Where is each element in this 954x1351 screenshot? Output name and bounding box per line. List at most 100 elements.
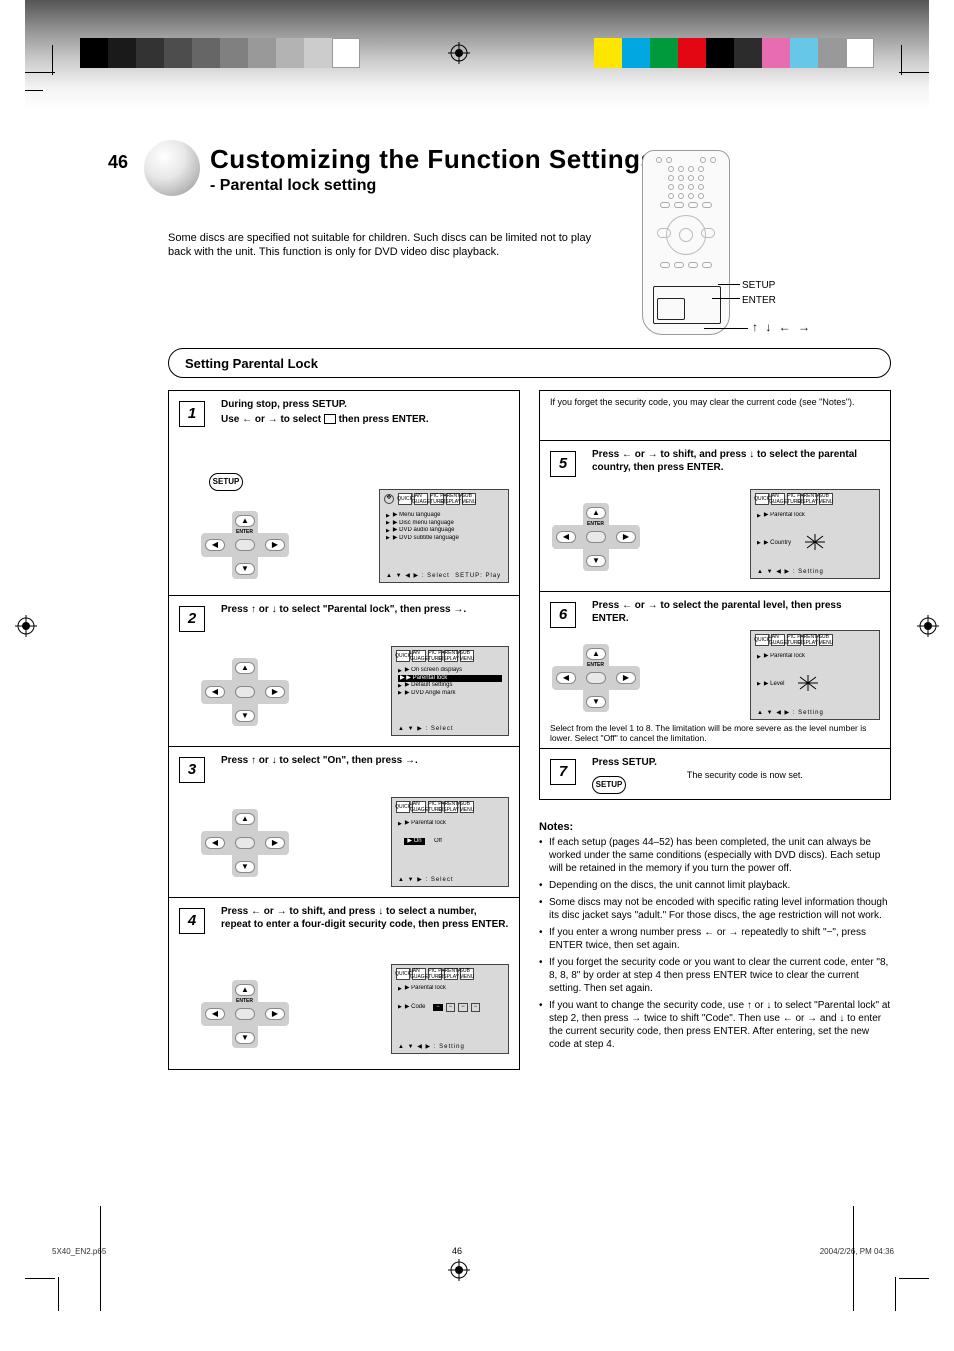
osd-tab-icon: SUB MENU <box>460 968 474 980</box>
osd-tab-icon: QUICK <box>755 493 769 505</box>
osd-screenshot: ✥ QUICK LAN GUAGE PIC TURE PARENTAL DISP… <box>379 489 509 583</box>
dpad-icon: ENTER ▲▼ ◀▶ <box>199 978 291 1050</box>
step-text: then press ENTER. <box>339 414 429 425</box>
note-item: If you want to change the security code,… <box>539 999 891 1051</box>
dpad-icon: ENTER ▲▼ ◀▶ <box>199 509 291 581</box>
starburst-icon <box>794 673 822 697</box>
page-number: 46 <box>108 152 128 173</box>
setup-button-icon: SETUP <box>592 776 626 794</box>
notes-block: Notes: If each setup (pages 44–52) has b… <box>539 820 891 1055</box>
osd-line: ▶ Disc menu language <box>393 520 454 528</box>
remote-diagram <box>642 150 730 335</box>
crop-mark <box>52 45 53 75</box>
step-text: Use ← or → to select <box>221 414 321 425</box>
osd-screenshot: QUICK LAN GUAGE PIC TURE PARENTAL DISPLA… <box>750 489 880 579</box>
osd-line: ▶ DVD Angle mark <box>405 690 456 698</box>
osd-tab-icon: PARENTAL DISPLAY <box>444 968 458 980</box>
osd-line: ▶ Default settings <box>405 682 453 690</box>
osd-tab-icon: LAN GUAGE <box>412 968 426 980</box>
osd-screenshot: QUICK LAN GUAGE PIC TURE PARENTAL DISPLA… <box>391 797 509 887</box>
osd-tab-icon: SUB MENU <box>460 801 474 813</box>
steps-left-column: 1 During stop, press SETUP. Use ← or → t… <box>168 390 520 1070</box>
step-text: Press ↑ or ↓ to select "Parental lock", … <box>221 604 509 617</box>
intro-text: Some discs are specified not suitable fo… <box>168 232 608 260</box>
osd-line: ▶ On screen displays <box>405 667 462 675</box>
osd-tab-icon: QUICK <box>396 801 410 813</box>
step-number: 7 <box>550 759 576 785</box>
crop-mark <box>899 1278 929 1279</box>
section-title: Setting Parental Lock <box>185 356 318 371</box>
step-number: 1 <box>179 401 205 427</box>
osd-tab-icon: PARENTAL DISPLAY <box>444 801 458 813</box>
registration-mark-bottom <box>448 1259 470 1281</box>
osd-line: ▶ DVD audio language <box>393 527 455 535</box>
step-note: The security code is now set. <box>687 770 803 781</box>
osd-nav: ▲ ▼ ▶ <box>398 877 423 883</box>
osd-line: ▶ Level <box>764 681 785 689</box>
step-text: Press ← or → to shift, and press ↓ to se… <box>221 906 509 931</box>
setup-button-icon: SETUP <box>209 473 243 491</box>
remote-callout-setup: SETUP <box>742 280 775 291</box>
step-number: 6 <box>550 602 576 628</box>
page-title: Customizing the Function Settings <box>210 144 655 175</box>
dpad-icon: ▲▼ ◀▶ <box>199 656 291 728</box>
page-subtitle: - Parental lock setting <box>210 177 655 195</box>
osd-line: ▶ Parental lock <box>764 512 805 520</box>
osd-line: ▶ DVD subtitle language <box>393 535 459 543</box>
osd-tab-icon: LAN GUAGE <box>771 493 785 505</box>
step-number: 2 <box>179 606 205 632</box>
osd-tab-icon: QUICK <box>755 634 769 646</box>
parental-icon <box>324 414 336 424</box>
osd-line: ▶ Parental lock <box>405 820 446 828</box>
crop-mark <box>58 1277 59 1311</box>
osd-off: Off <box>434 838 442 846</box>
grayscale-swatches <box>80 38 360 68</box>
callout-line <box>718 284 740 285</box>
note-item: If you enter a wrong number press ← or →… <box>539 926 891 952</box>
osd-line: ▶ Menu language <box>393 512 441 520</box>
osd-tab-icon: SUB MENU <box>462 493 476 505</box>
osd-nav: ▲ ▼ ◀ ▶ <box>386 573 419 579</box>
footer-filename: 5X40_EN2.p65 <box>52 1247 106 1256</box>
osd-screenshot: QUICK LAN GUAGE PIC TURE PARENTAL DISPLA… <box>391 646 509 736</box>
osd-tab-icon: QUICK <box>396 968 410 980</box>
dpad-icon: ENTER ▲▼ ◀▶ <box>550 642 642 714</box>
step-text: Press SETUP. <box>592 757 657 770</box>
step4-note: If you forget the security code, you may… <box>539 390 891 440</box>
osd-nav: ▲ ▼ ◀ ▶ <box>398 1044 431 1050</box>
osd-screenshot: QUICK LAN GUAGE PIC TURE PARENTAL DISPLA… <box>391 964 509 1054</box>
dpad-icon: ▲▼ ◀▶ <box>199 807 291 879</box>
osd-line: ▶ Country <box>764 540 791 548</box>
osd-tab-icon: QUICK <box>398 493 412 505</box>
step-number: 4 <box>179 908 205 934</box>
footer-date: 2004/2/26, PM 04:36 <box>820 1247 894 1256</box>
note-item: Depending on the discs, the unit cannot … <box>539 879 891 892</box>
step-note: Select from the level 1 to 8. The limita… <box>550 723 880 744</box>
registration-mark-right <box>917 615 939 637</box>
callout-line <box>704 328 748 329</box>
crop-mark <box>899 72 929 73</box>
step-number: 5 <box>550 451 576 477</box>
starburst-icon <box>801 532 829 556</box>
osd-tab-icon: PARENTAL DISPLAY <box>803 493 817 505</box>
registration-mark-left <box>15 615 37 637</box>
dpad-icon: ENTER ▲▼ ◀▶ <box>550 501 642 573</box>
osd-on: On <box>414 838 422 844</box>
note-item: Some discs may not be encoded with speci… <box>539 896 891 922</box>
footer-page: 46 <box>452 1246 462 1256</box>
osd-tab-icon: LAN GUAGE <box>412 801 426 813</box>
osd-line: ▶ Parental lock <box>764 653 805 661</box>
osd-tab-icon: PARENTAL DISPLAY <box>444 650 458 662</box>
step-text: Press ↑ or ↓ to select "On", then press … <box>221 755 509 768</box>
ring-icon: ✥ <box>384 494 394 504</box>
osd-tab-icon: PARENTAL DISPLAY <box>803 634 817 646</box>
crop-mark <box>25 90 43 91</box>
osd-tab-icon: PARENTAL DISPLAY <box>446 493 460 505</box>
remote-callout-arrows: ↑ ↓ ← → <box>752 320 812 334</box>
notes-header: Notes: <box>539 820 891 834</box>
callout-line <box>712 298 740 299</box>
osd-tab-icon: SUB MENU <box>819 493 833 505</box>
step-number: 3 <box>179 757 205 783</box>
osd-nav: ▲ ▼ ◀ ▶ <box>757 710 790 716</box>
osd-tab-icon: QUICK <box>396 650 410 662</box>
